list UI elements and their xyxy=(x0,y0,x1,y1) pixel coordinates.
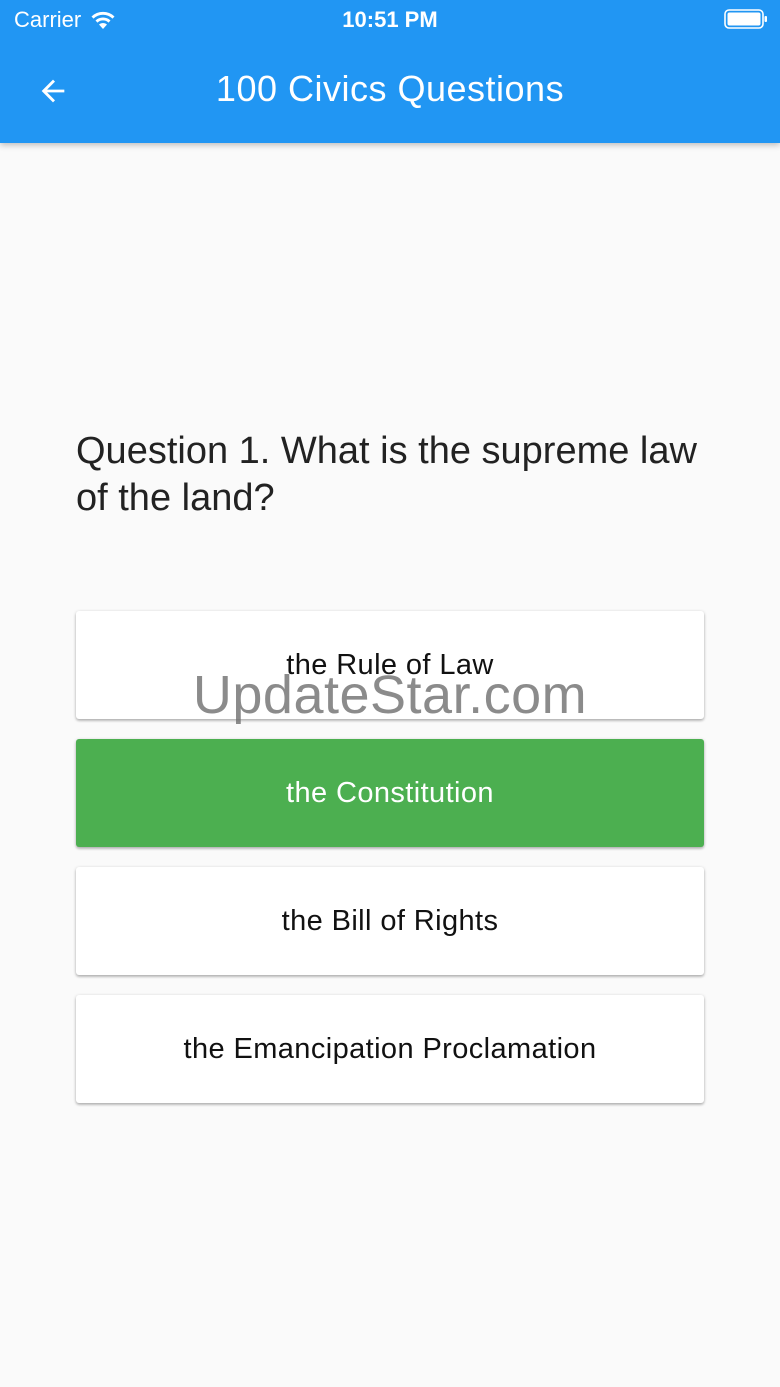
app-bar: Carrier 10:51 PM 100 Civics Questions xyxy=(0,0,780,143)
battery-icon xyxy=(724,9,767,29)
page-title: 100 Civics Questions xyxy=(215,68,565,109)
carrier-indicator: Carrier xyxy=(14,7,117,33)
answer-list: the Rule of Law the Constitution the Bil… xyxy=(76,611,704,1123)
answer-option-1[interactable]: the Rule of Law xyxy=(76,611,704,719)
status-bar: Carrier 10:51 PM xyxy=(0,0,780,40)
answer-option-4[interactable]: the Emancipation Proclamation xyxy=(76,995,704,1103)
arrow-left-icon xyxy=(41,79,65,103)
carrier-label: Carrier xyxy=(14,7,82,32)
answer-label: the Bill of Rights xyxy=(281,904,499,937)
answer-label: the Emancipation Proclamation xyxy=(183,1032,597,1065)
answer-option-3[interactable]: the Bill of Rights xyxy=(76,867,704,975)
answer-option-2[interactable]: the Constitution xyxy=(76,739,704,847)
wifi-icon xyxy=(91,11,115,29)
question-text: Question 1. What is the supreme law of t… xyxy=(76,430,697,519)
answer-label: the Rule of Law xyxy=(286,648,494,681)
answer-label: the Constitution xyxy=(286,776,494,809)
back-button[interactable] xyxy=(24,62,82,120)
toolbar: 100 Civics Questions xyxy=(0,40,780,143)
